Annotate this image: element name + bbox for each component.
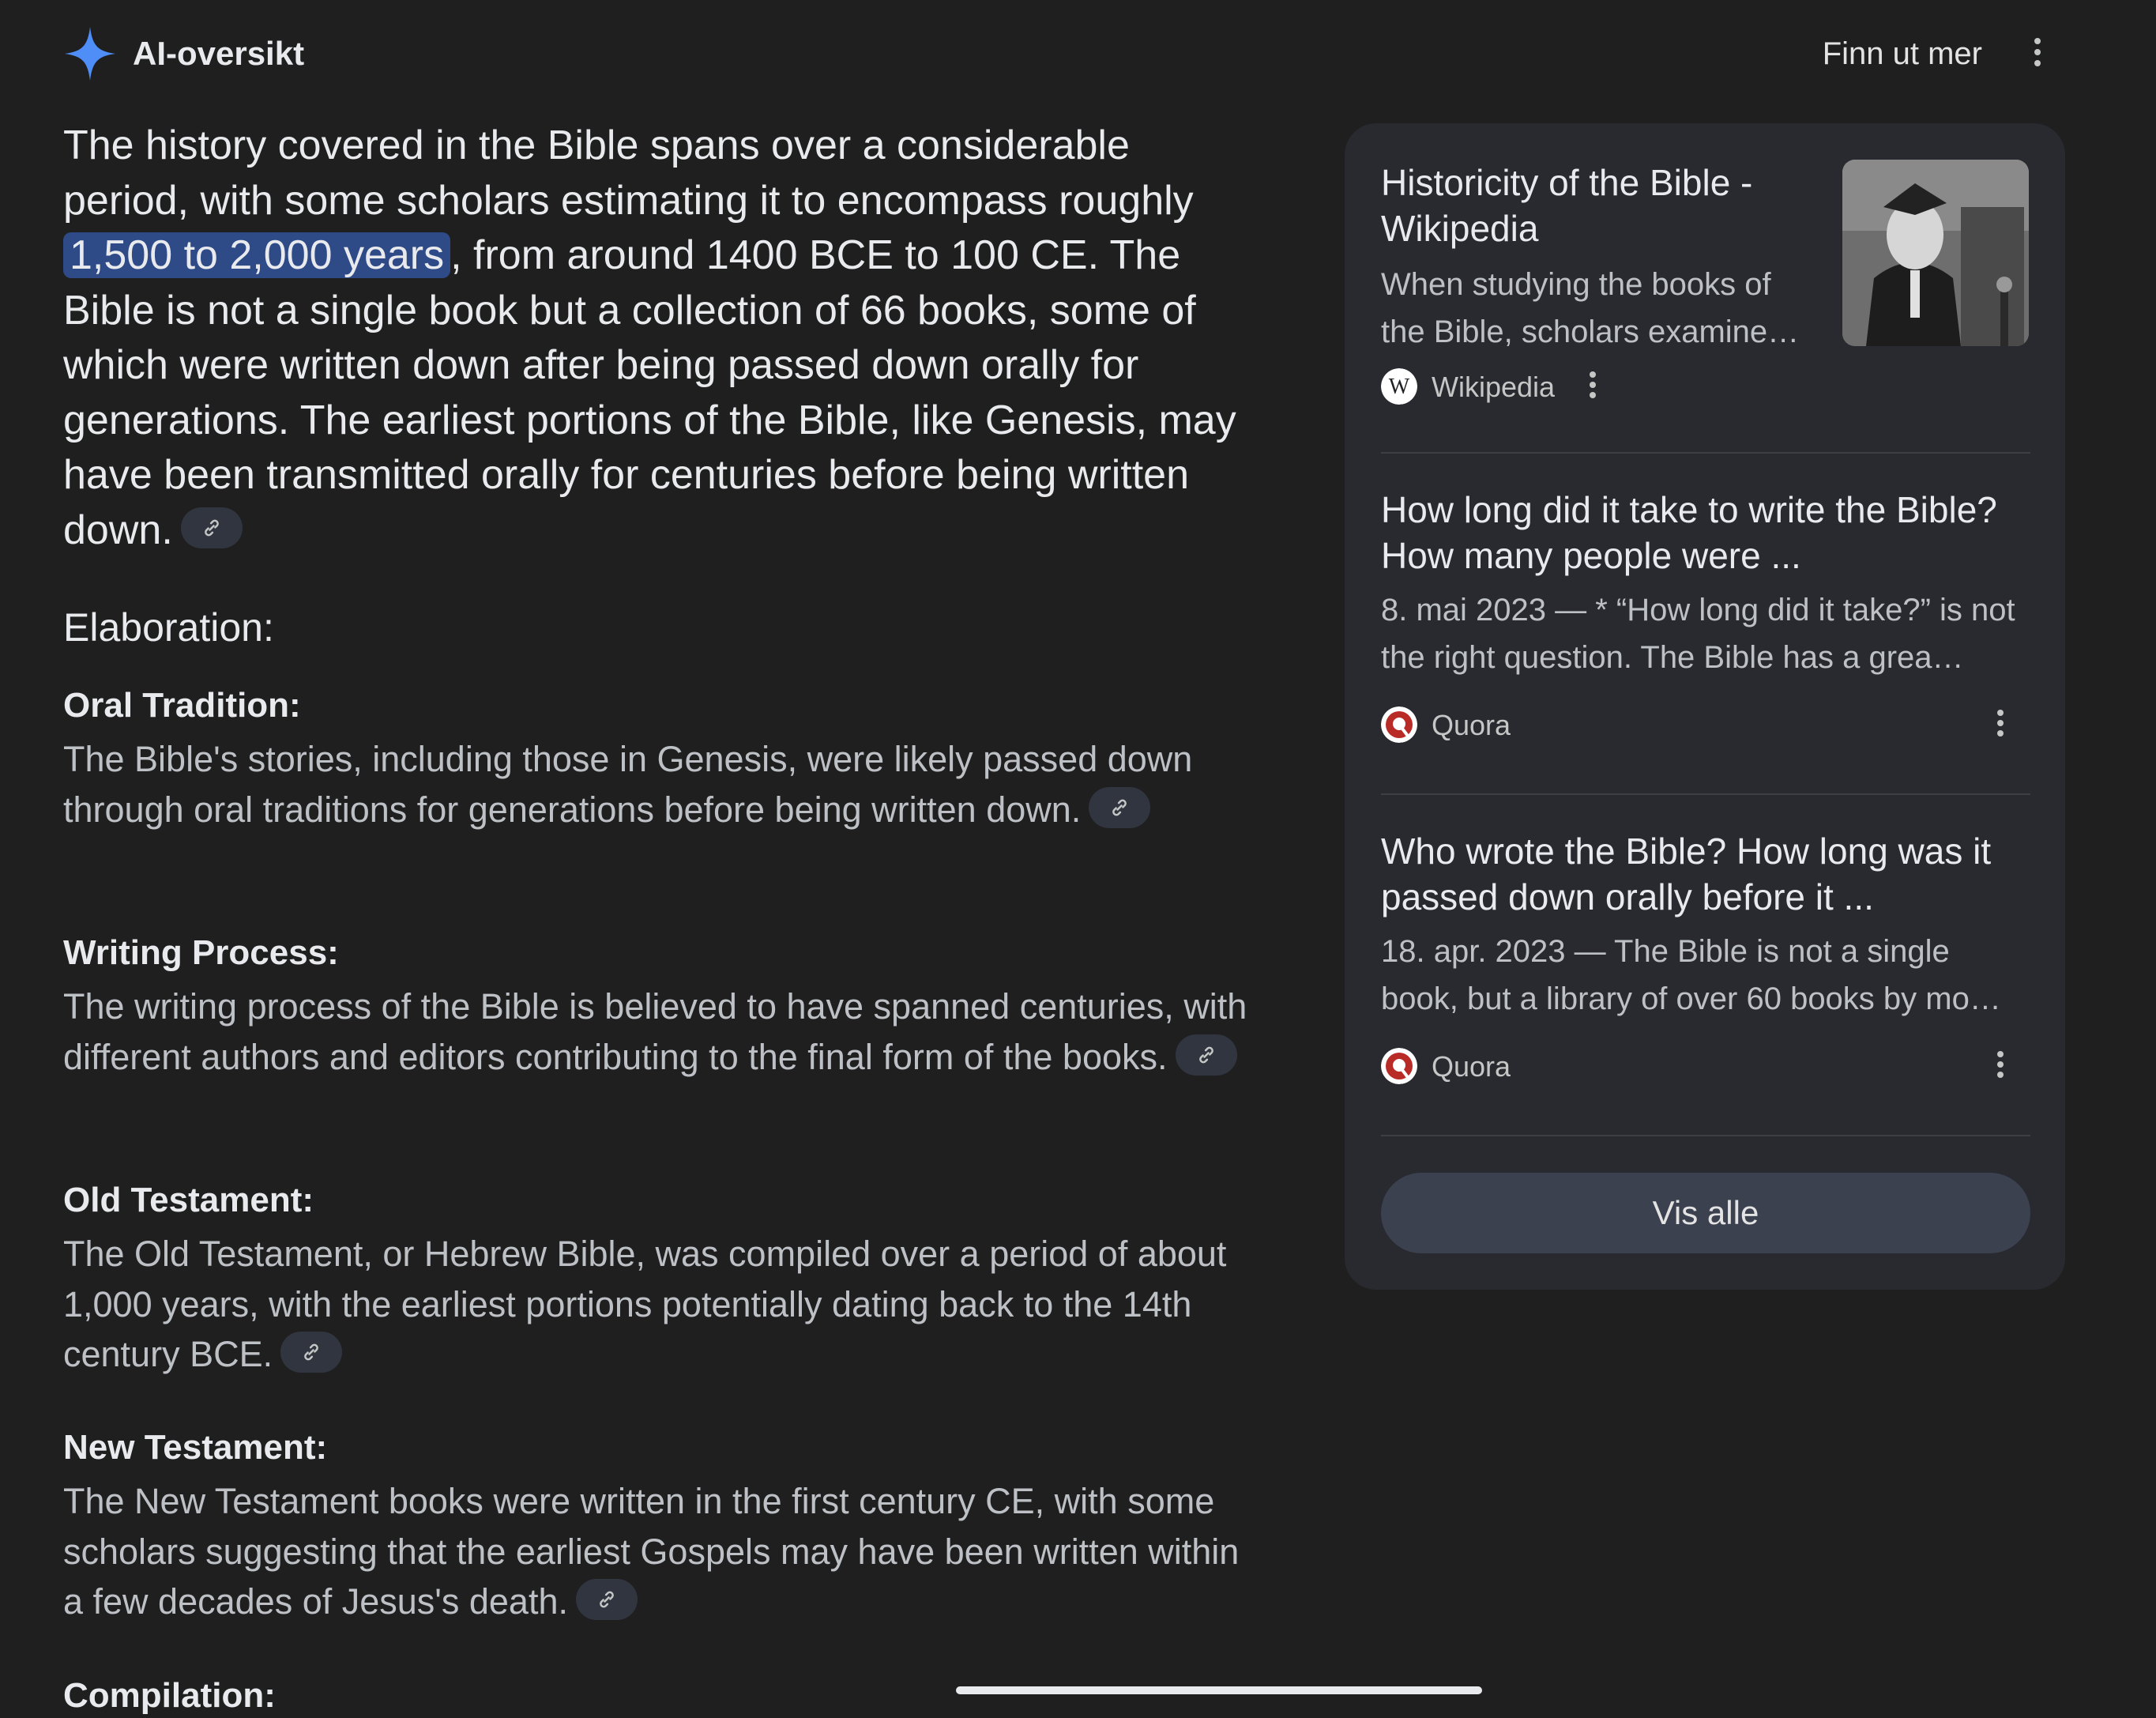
lead-text-end: , from around 1400 BCE to 100 CE. The Bi… — [63, 232, 1236, 553]
source-snippet: 8. mai 2023 — * “How long did it take?” … — [1381, 593, 2015, 675]
section-text-content: The writing process of the Bible is beli… — [63, 986, 1247, 1077]
learn-more-link[interactable]: Finn ut mer — [1823, 33, 1982, 74]
source-attribution: W Wikipedia — [1381, 368, 1618, 406]
divider — [1381, 452, 2030, 454]
section-heading: Old Testament: — [63, 1181, 314, 1219]
section-text-content: The New Testament books were written in … — [63, 1481, 1240, 1622]
section-heading: Compilation: — [63, 1676, 276, 1715]
answer-body: The history covered in the Bible spans o… — [63, 119, 1264, 1715]
source-title[interactable]: Who wrote the Bible? How long was it pas… — [1381, 828, 2030, 920]
elaboration-heading: Elaboration: — [63, 605, 274, 650]
link-icon — [1198, 1046, 1213, 1063]
source-options-icon[interactable] — [1588, 371, 1597, 405]
section-heading: Writing Process: — [63, 933, 339, 972]
source-link-chip[interactable] — [576, 1579, 638, 1621]
section-oral-tradition: Oral Tradition: The Bible's stories, inc… — [63, 684, 1264, 835]
section-compilation: Compilation: — [63, 1674, 1264, 1718]
source-link-chip[interactable] — [180, 507, 243, 548]
section-text: The writing process of the Bible is beli… — [63, 981, 1264, 1082]
source-options-icon[interactable] — [1996, 1051, 2005, 1084]
wikipedia-logo-icon: W — [1381, 368, 1417, 405]
section-writing-process: Writing Process: The writing process of … — [63, 931, 1264, 1082]
source-link-chip[interactable] — [1175, 1034, 1237, 1076]
link-icon — [600, 1591, 614, 1608]
source-snippet: 18. apr. 2023 — The Bible is not a singl… — [1381, 934, 2001, 1016]
section-text-content: The Old Testament, or Hebrew Bible, was … — [63, 1234, 1227, 1374]
section-text: The Bible's stories, including those in … — [63, 734, 1264, 835]
show-all-button[interactable]: Vis alle — [1381, 1173, 2030, 1253]
highlighted-range: 1,500 to 2,000 years — [63, 232, 451, 278]
svg-text:W: W — [1389, 375, 1410, 399]
section-text: The New Testament books were written in … — [63, 1476, 1264, 1627]
sparkle-icon — [65, 27, 115, 81]
section-text-content: The Bible's stories, including those in … — [63, 739, 1193, 830]
source-link-chip[interactable] — [1089, 786, 1151, 828]
source-card-quora-1[interactable]: How long did it take to write the Bible?… — [1381, 487, 2030, 787]
source-snippet: When studying the books of the Bible, sc… — [1381, 267, 1800, 349]
source-attribution: Quora — [1381, 706, 1697, 744]
source-thumbnail[interactable] — [1842, 160, 2029, 346]
source-link-chip[interactable] — [280, 1332, 343, 1373]
sources-panel: Historicity of the Bible - Wikipedia Whe… — [1345, 123, 2065, 1290]
link-icon — [204, 519, 219, 537]
source-options-icon[interactable] — [1996, 710, 2005, 743]
source-name: Wikipedia — [1432, 371, 1556, 403]
source-title[interactable]: How long did it take to write the Bible?… — [1381, 487, 2030, 578]
source-name: Quora — [1432, 1050, 1511, 1083]
lead-text-start: The history covered in the Bible spans o… — [63, 122, 1194, 224]
section-text: The Old Testament, or Hebrew Bible, was … — [63, 1229, 1264, 1380]
source-card-quora-2[interactable]: Who wrote the Bible? How long was it pas… — [1381, 828, 2030, 1128]
section-heading: New Testament: — [63, 1428, 328, 1467]
ai-overview-title: AI-oversikt — [133, 35, 305, 72]
section-heading: Oral Tradition: — [63, 686, 301, 725]
quora-logo-icon — [1381, 706, 1417, 743]
quora-logo-icon — [1381, 1048, 1417, 1084]
section-new-testament: New Testament: The New Testament books w… — [63, 1426, 1264, 1627]
link-icon — [1112, 799, 1127, 816]
source-title[interactable]: Historicity of the Bible - Wikipedia — [1381, 160, 1808, 251]
link-icon — [304, 1343, 318, 1361]
portrait-image — [1842, 160, 2029, 346]
source-attribution: Quora — [1381, 1048, 1697, 1086]
more-options-icon[interactable] — [2030, 38, 2045, 73]
home-indicator[interactable] — [956, 1686, 1482, 1694]
ai-overview-header: AI-oversikt Finn ut mer — [63, 25, 2093, 82]
divider — [1381, 793, 2030, 795]
divider — [1381, 1135, 2030, 1136]
section-old-testament: Old Testament: The Old Testament, or Heb… — [63, 1178, 1264, 1380]
source-name: Quora — [1432, 709, 1511, 741]
answer-lead: The history covered in the Bible spans o… — [63, 119, 1264, 558]
